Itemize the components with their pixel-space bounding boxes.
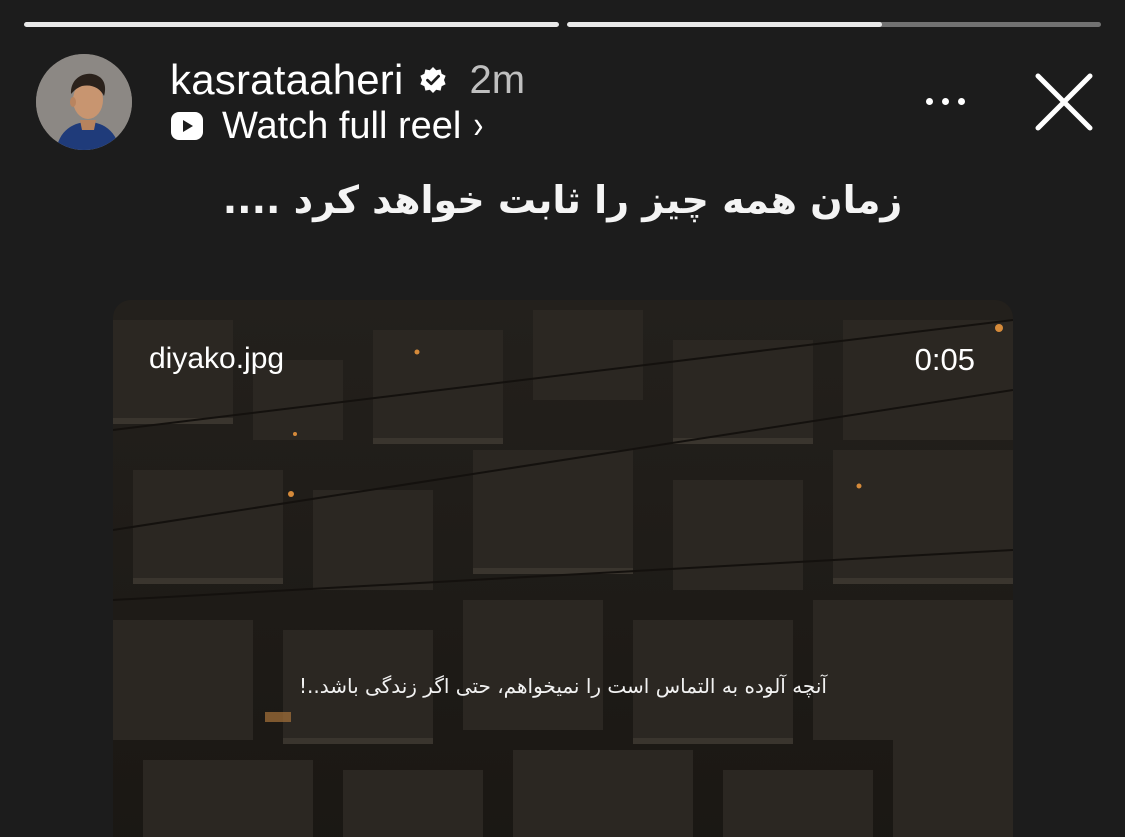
story-progress-segment <box>24 22 559 27</box>
more-horizontal-icon <box>941 97 949 105</box>
time-ago: 2m <box>469 57 526 102</box>
story-viewer: kasrataaheri 2m Watch full reel › زمان ه… <box>0 0 1125 837</box>
story-progress-fill <box>24 22 559 27</box>
verified-badge-icon <box>419 67 446 93</box>
watch-full-reel-label: Watch full reel <box>222 104 462 147</box>
watch-full-reel-link[interactable]: Watch full reel › <box>170 104 483 148</box>
reel-duration: 0:05 <box>914 342 975 377</box>
avatar-photo <box>36 54 132 150</box>
close-icon <box>1035 73 1093 131</box>
shared-reel-card[interactable]: diyako.jpg 0:05 آنچه آلوده به التماس است… <box>113 300 1013 837</box>
close-button[interactable] <box>1032 70 1096 134</box>
more-horizontal-icon <box>957 97 965 105</box>
story-progress-fill <box>566 22 882 27</box>
avatar[interactable] <box>36 54 132 150</box>
reel-subtitle-text: آنچه آلوده به التماس است را نمیخواهم، حت… <box>299 674 827 698</box>
story-progress-segment <box>566 22 1101 27</box>
chevron-right-icon: › <box>473 103 484 147</box>
story-caption: زمان همه چیز را ثابت خواهد کرد .... <box>222 178 903 222</box>
reel-source-label: diyako.jpg <box>149 342 285 375</box>
story-progress <box>24 22 1101 28</box>
reel-thumbnail <box>113 300 1013 837</box>
story-author-row: kasrataaheri 2m <box>170 56 525 104</box>
reel-play-icon <box>171 112 203 140</box>
more-options-button[interactable] <box>918 86 972 116</box>
username-link[interactable]: kasrataaheri <box>170 56 404 104</box>
more-horizontal-icon <box>925 97 933 105</box>
